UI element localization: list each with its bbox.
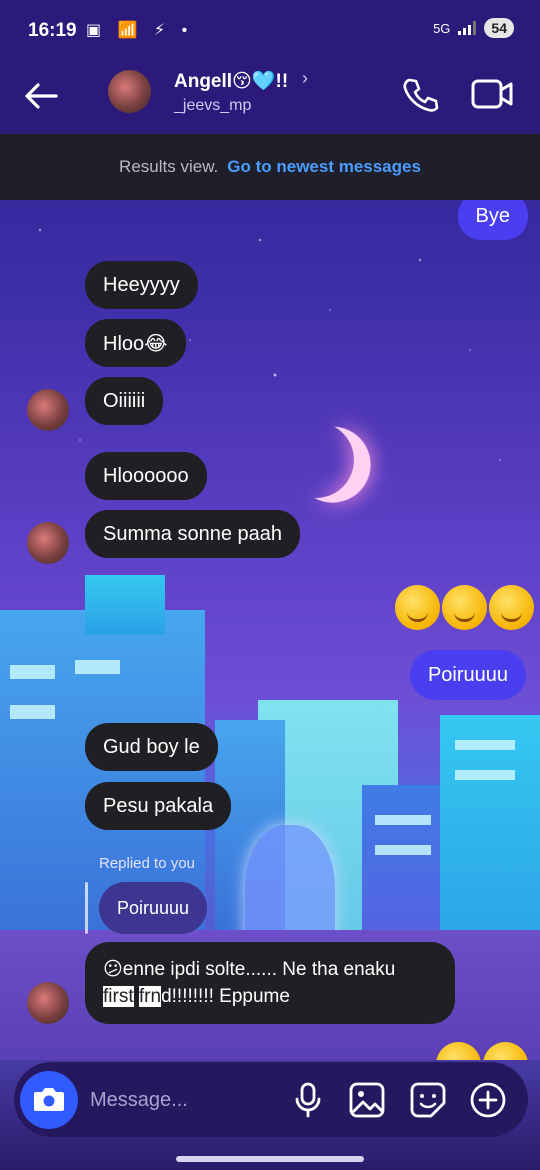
building-window [455, 740, 515, 750]
more-options-button[interactable] [468, 1080, 508, 1120]
smirk-emoji-icon [436, 1042, 481, 1060]
message-text: Hloo😂 [103, 332, 168, 355]
status-bar: 16:19 ▣ 📶 ⚡ • 5G 54 [0, 0, 540, 60]
gallery-button[interactable] [347, 1080, 387, 1120]
message-text: Heeyyyy [103, 273, 180, 296]
smirk-emoji-icon [483, 1042, 528, 1060]
battery-indicator: 54 [484, 18, 514, 38]
reply-quote-bubble[interactable]: Poiruuuu [99, 882, 208, 934]
smirk-emoji-icon [489, 585, 534, 630]
message-outgoing-emojis[interactable] [395, 585, 534, 630]
sender-avatar[interactable] [27, 389, 69, 431]
building-window [375, 845, 431, 855]
sender-avatar[interactable] [27, 522, 69, 564]
back-button[interactable] [20, 76, 64, 116]
message-text: Gud boy le [103, 735, 200, 758]
video-camera-icon [471, 79, 513, 109]
sticker-button[interactable] [408, 1080, 448, 1120]
results-view-bar: Results view. Go to newest messages [0, 134, 540, 200]
replied-to-you-label: Replied to you [99, 855, 195, 872]
building [85, 575, 165, 635]
chevron-right-icon[interactable]: › [302, 68, 308, 89]
contact-username[interactable]: _jeevs_mp [174, 97, 251, 115]
phone-icon [403, 78, 439, 112]
message-incoming[interactable]: Hloooooo [85, 452, 207, 500]
message-outgoing[interactable]: Poiruuuu [409, 650, 526, 700]
contact-avatar[interactable] [108, 70, 151, 113]
camera-button[interactable] [20, 1071, 78, 1129]
message-text: Poiruuuu [427, 663, 508, 686]
reply-indicator-bar [85, 882, 88, 934]
message-text-line2: first frnd!!!!!!!! Eppume [103, 983, 437, 1010]
chat-header: Angell😚🩵!! › _jeevs_mp [0, 60, 540, 134]
message-incoming[interactable]: Heeyyyy [85, 261, 198, 309]
message-text: Hloooooo [103, 464, 189, 487]
highlighted-word: frn [138, 986, 162, 1007]
message-incoming[interactable]: 😕enne ipdi solte...... Ne tha enaku firs… [85, 942, 455, 1024]
sticker-icon [410, 1082, 446, 1118]
message-outgoing-emojis-partial[interactable] [436, 1042, 528, 1060]
reply-quote-text: Poiruuuu [117, 897, 190, 918]
building-window [75, 660, 120, 674]
building-window [10, 705, 55, 719]
contact-name[interactable]: Angell😚🩵!! [174, 69, 288, 93]
chat-thread[interactable]: Bye Heeyyyy Hloo😂 Oiiiiii Hloooooo Summa… [0, 200, 540, 1060]
message-text: 😕enne ipdi solte...... Ne tha enaku [103, 959, 396, 980]
voice-message-button[interactable] [288, 1080, 328, 1120]
image-icon [349, 1082, 385, 1118]
building-window [10, 665, 55, 679]
message-outgoing[interactable]: Bye [457, 200, 528, 240]
status-time: 16:19 [28, 20, 77, 41]
camera-icon [34, 1088, 64, 1111]
message-incoming[interactable]: Pesu pakala [85, 782, 232, 830]
message-text: Oiiiiii [103, 389, 146, 412]
message-text: Pesu pakala [103, 794, 214, 817]
sender-avatar[interactable] [27, 982, 69, 1024]
smirk-emoji-icon [442, 585, 487, 630]
message-text: Bye [475, 204, 510, 227]
message-incoming[interactable]: Oiiiiii [85, 377, 164, 425]
status-right: 5G 54 [433, 18, 514, 38]
home-indicator[interactable] [176, 1156, 364, 1162]
message-text-tail: d!!!!!!!! Eppume [161, 986, 290, 1007]
arrow-left-icon [25, 83, 58, 109]
message-input[interactable] [90, 1084, 280, 1116]
signal-icon [458, 21, 477, 35]
message-incoming[interactable]: Gud boy le [85, 723, 218, 771]
building [440, 715, 540, 965]
message-incoming[interactable]: Summa sonne paah [85, 510, 301, 558]
notification-icons: ▣ 📶 ⚡ • [86, 22, 194, 39]
plus-circle-icon [470, 1082, 506, 1118]
highlighted-word: first [103, 986, 134, 1007]
message-incoming[interactable]: Hloo😂 [85, 319, 186, 367]
video-call-button[interactable] [470, 74, 514, 114]
message-text: Summa sonne paah [103, 522, 283, 545]
microphone-icon [295, 1082, 321, 1118]
message-composer [14, 1062, 528, 1137]
building-window [455, 770, 515, 780]
smirk-emoji-icon [395, 585, 440, 630]
go-to-newest-link[interactable]: Go to newest messages [227, 157, 421, 177]
results-view-label: Results view. [119, 157, 219, 176]
voice-call-button[interactable] [400, 74, 440, 114]
building-window [375, 815, 431, 825]
network-icon: 5G [433, 20, 451, 36]
